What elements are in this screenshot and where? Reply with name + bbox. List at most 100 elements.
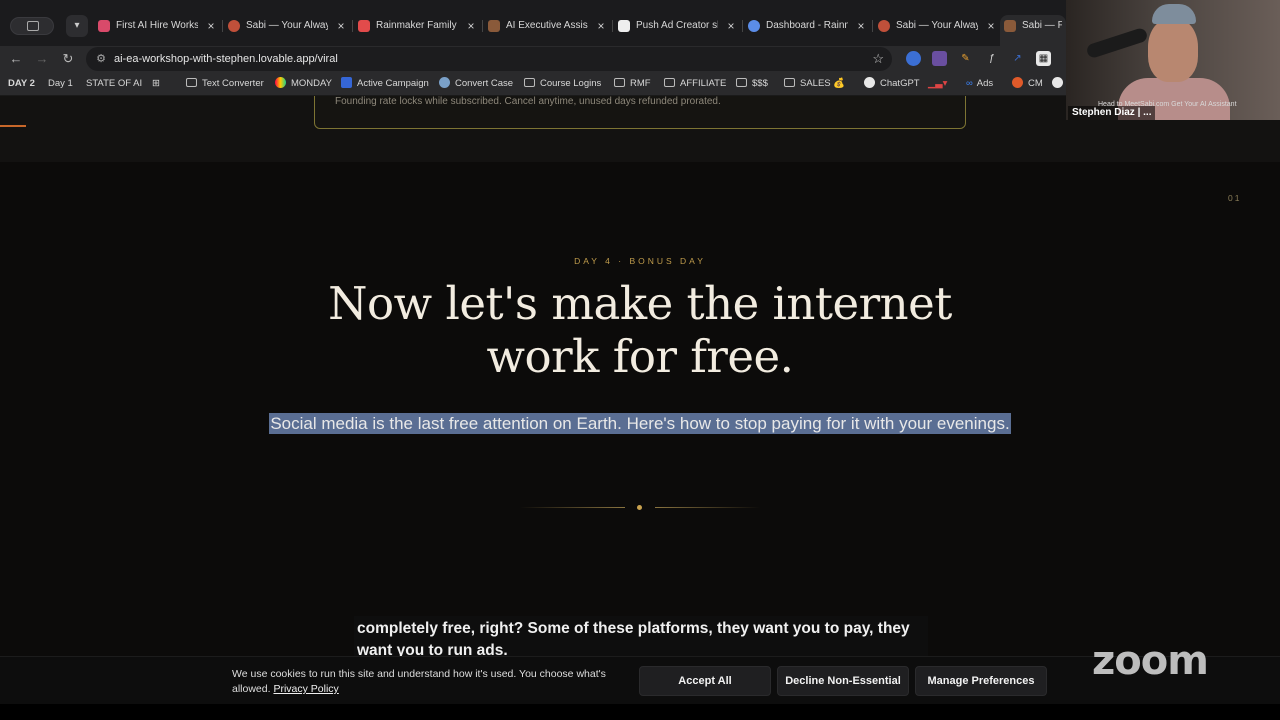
window-icon	[27, 21, 39, 31]
bookmark-item[interactable]: Day 1	[48, 72, 73, 96]
close-icon[interactable]: ×	[204, 15, 218, 37]
tab-favicon-icon	[1004, 20, 1016, 32]
cookie-banner: We use cookies to run this site and unde…	[0, 656, 1280, 704]
bookmark-item[interactable]: STATE OF AI	[86, 72, 142, 96]
section-eyebrow: DAY 4 · BONUS DAY	[574, 256, 706, 266]
folder-icon	[614, 78, 625, 87]
bookmark-item[interactable]: ∞ Ads	[966, 72, 993, 96]
chart-icon: ▁▃▾	[928, 78, 948, 89]
browser-tab[interactable]: Sabi — Your Alway ×	[874, 15, 998, 37]
bookmark-item[interactable]: DAY 2	[8, 72, 35, 96]
browser-tab-active[interactable]: Sabi — Fo	[1000, 15, 1066, 46]
forward-button[interactable]: →	[32, 49, 52, 69]
extension-icon[interactable]: ✎	[958, 51, 973, 66]
headline-line: work for free.	[486, 330, 795, 383]
extension-icon[interactable]	[906, 51, 921, 66]
close-icon[interactable]: ×	[464, 15, 478, 37]
tab-title: Push Ad Creator sl	[636, 20, 718, 31]
bookmark-item[interactable]: CM	[1012, 72, 1043, 96]
browser-tab[interactable]: Push Ad Creator sl ×	[614, 15, 738, 37]
offer-note: Founding rate locks while subscribed. Ca…	[335, 96, 721, 107]
cookie-message: We use cookies to run this site and unde…	[232, 668, 606, 695]
folder-icon	[736, 78, 747, 87]
arrow-left-icon: ←	[9, 51, 23, 66]
offer-card: Founding rate locks while subscribed. Ca…	[314, 96, 966, 129]
address-bar[interactable]: ⚙ ai-ea-workshop-with-stephen.lovable.ap…	[86, 47, 892, 71]
site-settings-icon[interactable]: ⚙	[94, 52, 108, 66]
bookmark-item[interactable]: Text Converter	[186, 72, 264, 96]
bookmark-folder[interactable]: $$$	[736, 72, 768, 96]
bookmark-item[interactable]: ▁▃▾	[928, 72, 947, 96]
tab-title: Sabi — Your Alway	[896, 20, 978, 31]
apps-grid-icon[interactable]: ⊞	[152, 72, 160, 96]
arrow-right-icon: →	[35, 51, 49, 66]
close-icon[interactable]: ×	[854, 15, 868, 37]
bookmark-folder[interactable]: Course Logins	[524, 72, 601, 96]
close-icon[interactable]: ×	[594, 15, 608, 37]
browser-tab[interactable]: Dashboard - Rainm ×	[744, 15, 868, 37]
subheadline-wrap: Social media is the last free attention …	[0, 412, 1280, 435]
tab-group-toggle[interactable]	[10, 17, 54, 35]
page-icon	[186, 78, 197, 87]
bookmark-item[interactable]: MONDAY	[275, 72, 332, 96]
section-number: 01	[1228, 193, 1242, 203]
tab-favicon-icon	[488, 20, 500, 32]
close-icon[interactable]: ×	[334, 15, 348, 37]
meta-icon: ∞	[966, 78, 973, 89]
participant-video[interactable]: Head to MeetSabi.com Get Your AI Assista…	[1066, 0, 1280, 120]
back-button[interactable]: ←	[6, 49, 26, 69]
tab-favicon-icon	[358, 20, 370, 32]
bookmark-item[interactable]: Active Campaign	[341, 72, 429, 96]
browser-tab[interactable]: First AI Hire Works ×	[94, 15, 218, 37]
subheadline-selected-text: Social media is the last free attention …	[269, 413, 1011, 434]
tab-title: Sabi — Your Alway	[246, 20, 328, 31]
privacy-policy-link[interactable]: Privacy Policy	[273, 683, 338, 695]
bookmark-folder[interactable]: RMF	[614, 72, 651, 96]
tab-favicon-icon	[618, 20, 630, 32]
tab-search-button[interactable]: ▾	[66, 15, 88, 37]
tab-favicon-icon	[228, 20, 240, 32]
manage-preferences-button[interactable]: Manage Preferences	[915, 666, 1047, 696]
chevron-down-icon: ▾	[74, 20, 80, 31]
close-icon[interactable]: ×	[724, 15, 738, 37]
tab-title: Rainmaker Family	[376, 20, 457, 31]
ornament-divider	[520, 505, 760, 510]
chatgpt-icon	[864, 77, 875, 88]
bookmark-folder[interactable]: SALES 💰	[784, 72, 845, 96]
bookmark-item[interactable]: ChatGPT	[864, 72, 920, 96]
convert-case-icon	[439, 77, 450, 88]
web-page: Founding rate locks while subscribed. Ca…	[0, 96, 1280, 656]
close-icon[interactable]: ×	[984, 15, 998, 37]
tab-favicon-icon	[878, 20, 890, 32]
bookmark-folder[interactable]: AFFILIATE	[664, 72, 726, 96]
accept-all-button[interactable]: Accept All	[639, 666, 771, 696]
reload-icon: ↻	[62, 51, 74, 66]
bookmark-star-icon[interactable]: ☆	[872, 47, 884, 71]
browser-tab[interactable]: Sabi — Your Alway ×	[224, 15, 348, 37]
extension-icon[interactable]: ▦	[1036, 51, 1051, 66]
tab-favicon-icon	[748, 20, 760, 32]
page-title: Now let's make the internet work for fre…	[0, 277, 1280, 383]
bookmark-item[interactable]: Convert Case	[439, 72, 513, 96]
tab-title: Dashboard - Rainm	[766, 20, 848, 31]
url-text: ai-ea-workshop-with-stephen.lovable.app/…	[114, 53, 338, 65]
activecampaign-icon	[341, 77, 352, 88]
tab-favicon-icon	[98, 20, 110, 32]
extension-icon[interactable]: ↗	[1010, 51, 1025, 66]
headline-line: Now let's make the internet	[328, 277, 952, 330]
monday-icon	[275, 77, 286, 88]
tab-title: First AI Hire Works	[116, 20, 198, 31]
browser-tab[interactable]: AI Executive Assis ×	[484, 15, 608, 37]
extension-icon[interactable]: ƒ	[984, 51, 999, 66]
tab-title: Sabi — Fo	[1022, 20, 1062, 31]
scroll-progress-indicator	[0, 125, 26, 127]
participant-name: Stephen Diaz | ...	[1068, 106, 1156, 120]
tab-title: AI Executive Assis	[506, 20, 588, 31]
folder-icon	[524, 78, 535, 87]
browser-tab[interactable]: Rainmaker Family ×	[354, 15, 478, 37]
extension-icon[interactable]	[932, 51, 947, 66]
cm-icon	[1012, 77, 1023, 88]
reload-button[interactable]: ↻	[58, 49, 78, 69]
decline-non-essential-button[interactable]: Decline Non-Essential	[777, 666, 909, 696]
zoom-logo: zoom	[1092, 638, 1209, 684]
